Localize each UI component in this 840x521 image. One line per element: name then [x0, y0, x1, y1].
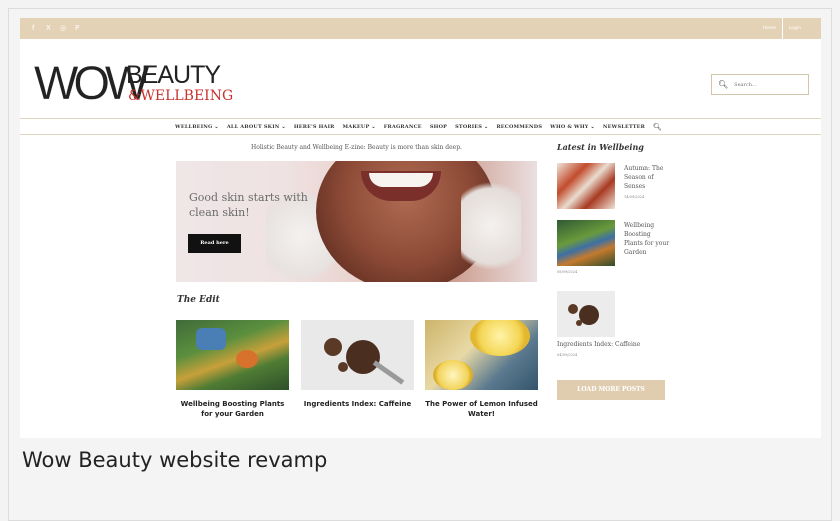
sidebar-post-date: 04/09/2024: [557, 353, 578, 357]
nav-all-about-skin[interactable]: ALL ABOUT SKIN ⌄: [227, 124, 286, 130]
site-tagline: Holistic Beauty and Wellbeing E-zine: Be…: [251, 144, 462, 151]
sidebar-post-date: 08/09/2024: [557, 270, 578, 274]
project-caption: Wow Beauty website revamp: [22, 448, 328, 472]
pinterest-icon[interactable]: P: [75, 18, 79, 39]
website-screenshot: f X ◎ P Home Login WOW BEAUTY &WELLBEING…: [20, 18, 821, 438]
top-bar: f X ◎ P Home Login: [20, 18, 821, 39]
nav-shop[interactable]: SHOP: [430, 124, 447, 130]
x-icon[interactable]: X: [46, 18, 51, 39]
logo-wellbeing: &WELLBEING: [128, 88, 234, 104]
sidebar-post-title[interactable]: Autumn: The Season of Senses: [624, 164, 674, 191]
edit-card-caffeine[interactable]: Ingredients Index: Caffeine: [301, 320, 414, 409]
garden-image[interactable]: [176, 320, 289, 390]
nav-who-and-why[interactable]: WHO & WHY ⌄: [550, 124, 595, 130]
lemon-water-image[interactable]: [425, 320, 538, 390]
read-here-button[interactable]: Read here: [188, 234, 241, 253]
edit-card-lemon[interactable]: The Power of Lemon Infused Water!: [425, 320, 538, 419]
hero-banner[interactable]: Good skin starts with clean skin! Read h…: [176, 161, 537, 282]
facebook-icon[interactable]: f: [32, 18, 34, 39]
instagram-icon[interactable]: ◎: [60, 18, 66, 39]
edit-card-garden[interactable]: Wellbeing Boosting Plants for your Garde…: [176, 320, 289, 419]
sidebar-heading: Latest in Wellbeing: [557, 142, 644, 152]
caffeine-thumbnail[interactable]: [557, 291, 615, 337]
coffee-beans-image[interactable]: [301, 320, 414, 390]
login-link[interactable]: Login: [783, 26, 807, 31]
site-logo[interactable]: WOW BEAUTY &WELLBEING: [34, 57, 284, 108]
garden-thumbnail[interactable]: [557, 220, 615, 266]
autumn-thumbnail[interactable]: [557, 163, 615, 209]
hero-title: Good skin starts with clean skin!: [189, 191, 308, 219]
edit-card-title[interactable]: Wellbeing Boosting Plants for your Garde…: [176, 399, 289, 419]
hero-image-foam-right: [461, 171, 521, 281]
nav-heres-hair[interactable]: HERE'S HAIR: [294, 124, 335, 130]
main-nav: WELLBEING ⌄ ALL ABOUT SKIN ⌄ HERE'S HAIR…: [20, 118, 821, 135]
home-link[interactable]: Home: [757, 26, 782, 31]
search-icon: 🔍︎: [718, 80, 729, 89]
edit-card-title[interactable]: The Power of Lemon Infused Water!: [425, 399, 538, 419]
logo-beauty: BEAUTY: [126, 61, 221, 89]
sidebar-post-title[interactable]: Wellbeing Boosting Plants for your Garde…: [624, 221, 670, 257]
load-more-button[interactable]: LOAD MORE POSTS: [557, 380, 665, 400]
nav-recommends[interactable]: RECOMMENDS: [496, 124, 542, 130]
search-input[interactable]: [734, 81, 808, 88]
nav-makeup[interactable]: MAKEUP ⌄: [343, 124, 376, 130]
search-box[interactable]: 🔍︎: [711, 74, 809, 95]
nav-newsletter[interactable]: NEWSLETTER: [603, 124, 645, 130]
nav-wellbeing[interactable]: WELLBEING ⌄: [175, 124, 219, 130]
nav-stories[interactable]: STORIES ⌄: [455, 124, 488, 130]
topbar-links: Home Login: [757, 18, 807, 39]
sidebar-post-title[interactable]: Ingredients Index: Caffeine: [557, 340, 677, 349]
sidebar-post-date: 14/09/2024: [624, 195, 645, 199]
hero-image-smile: [369, 173, 433, 187]
nav-fragrance[interactable]: FRAGRANCE: [384, 124, 422, 130]
nav-search-icon[interactable]: 🔍︎: [653, 123, 662, 131]
edit-card-title[interactable]: Ingredients Index: Caffeine: [301, 399, 414, 409]
the-edit-heading: The Edit: [177, 295, 220, 305]
